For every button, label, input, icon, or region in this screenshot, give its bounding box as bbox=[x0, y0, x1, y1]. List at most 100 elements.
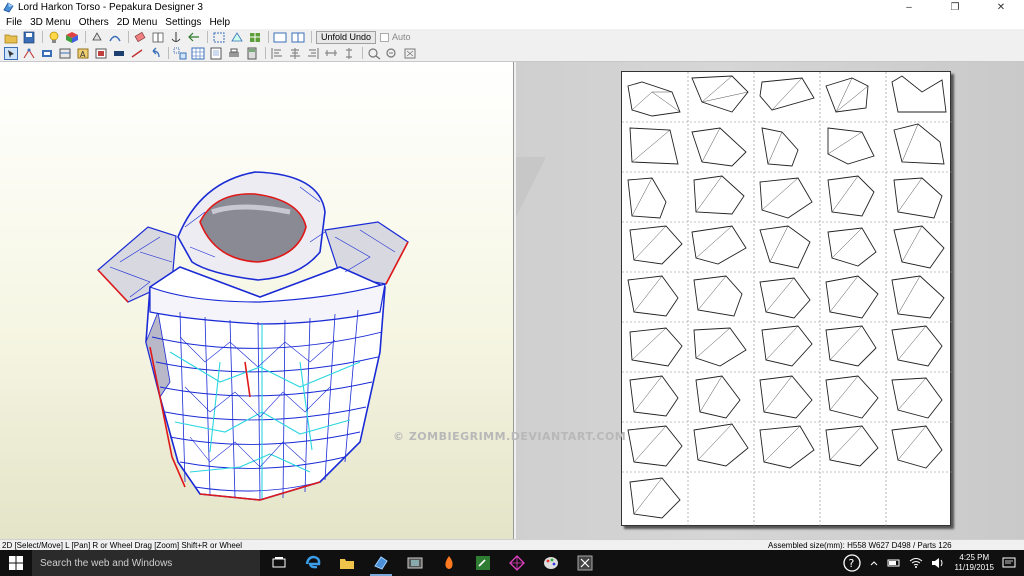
flip-icon[interactable] bbox=[108, 31, 122, 44]
zoom-in-icon[interactable] bbox=[367, 47, 381, 60]
open-folder-icon[interactable] bbox=[4, 31, 18, 44]
system-clock[interactable]: 4:25 PM 11/19/2015 bbox=[955, 553, 994, 573]
eraser-icon[interactable] bbox=[133, 31, 147, 44]
window-split-icon[interactable] bbox=[291, 31, 305, 44]
3d-view-pane[interactable] bbox=[0, 62, 514, 539]
svg-text:A: A bbox=[80, 50, 86, 59]
taskbar-edge[interactable] bbox=[298, 550, 328, 576]
menu-2d[interactable]: 2D Menu bbox=[113, 17, 162, 28]
image-tool-icon[interactable] bbox=[94, 47, 108, 60]
tray-chevron-icon[interactable] bbox=[869, 558, 879, 568]
wifi-icon[interactable] bbox=[909, 557, 923, 569]
text-tool-icon[interactable]: A bbox=[76, 47, 90, 60]
taskbar-app-snip[interactable] bbox=[570, 550, 600, 576]
edge-browser-icon bbox=[305, 555, 321, 569]
menu-help[interactable]: Help bbox=[205, 17, 234, 28]
arrange-icon[interactable] bbox=[173, 47, 187, 60]
clock-time: 4:25 PM bbox=[959, 553, 990, 562]
title-bar: Lord Harkon Torso - Pepakura Designer 3 … bbox=[0, 0, 1024, 15]
line-tool-icon[interactable] bbox=[130, 47, 144, 60]
help-icon[interactable]: ? bbox=[842, 554, 861, 572]
print-icon[interactable] bbox=[227, 47, 241, 60]
flap-icon[interactable] bbox=[58, 47, 72, 60]
taskbar-search-box[interactable]: Search the web and Windows bbox=[32, 550, 260, 576]
toolbar-separator bbox=[85, 31, 86, 43]
toolbar-separator bbox=[311, 31, 312, 43]
zoom-out-icon[interactable] bbox=[385, 47, 399, 60]
notifications-icon[interactable] bbox=[1002, 556, 1016, 570]
window-title: Lord Harkon Torso - Pepakura Designer 3 bbox=[18, 2, 203, 13]
unfolded-parts-layout[interactable] bbox=[622, 72, 952, 527]
2d-view-pane[interactable] bbox=[516, 62, 1024, 539]
mesh-icon[interactable] bbox=[248, 31, 262, 44]
taskbar-file-explorer[interactable] bbox=[332, 550, 362, 576]
toolbar-separator bbox=[265, 47, 266, 59]
close-button[interactable]: ✕ bbox=[978, 0, 1024, 15]
align-right-icon[interactable] bbox=[306, 47, 320, 60]
columns-icon[interactable] bbox=[151, 31, 165, 44]
select-move-icon[interactable] bbox=[4, 46, 18, 60]
fold-icon[interactable] bbox=[230, 31, 244, 44]
rotate-part-icon[interactable] bbox=[40, 47, 54, 60]
page-icon[interactable] bbox=[209, 47, 223, 60]
torso-3d-model[interactable] bbox=[0, 62, 514, 539]
align-center-icon[interactable] bbox=[288, 47, 302, 60]
texture-cube-icon[interactable] bbox=[65, 31, 79, 44]
taskbar-pepakura[interactable] bbox=[366, 550, 396, 576]
align-left-icon[interactable] bbox=[270, 47, 284, 60]
fit-view-icon[interactable] bbox=[403, 47, 417, 60]
folder-icon bbox=[340, 559, 354, 569]
taskbar-apps bbox=[264, 550, 604, 576]
battery-icon[interactable] bbox=[887, 558, 901, 568]
unfold-undo-button[interactable]: Unfold Undo bbox=[316, 30, 377, 44]
join-icon[interactable] bbox=[187, 31, 201, 44]
distribute-icon[interactable] bbox=[324, 47, 338, 60]
watermark-logo bbox=[516, 157, 546, 337]
distribute-vertical-icon[interactable] bbox=[342, 47, 356, 60]
minimize-button[interactable]: – bbox=[886, 0, 932, 15]
start-button[interactable] bbox=[0, 550, 32, 576]
toolbar-separator bbox=[362, 47, 363, 59]
toolbar-separator bbox=[42, 31, 43, 43]
menu-settings[interactable]: Settings bbox=[161, 17, 205, 28]
window-single-icon[interactable] bbox=[273, 31, 287, 44]
taskbar-app-editor[interactable] bbox=[468, 550, 498, 576]
flame-icon bbox=[445, 556, 453, 569]
windows-taskbar: Search the web and Windows ? 4:25 PM 11/… bbox=[0, 550, 1024, 576]
window-controls: – ❐ ✕ bbox=[886, 0, 1024, 15]
auto-toggle[interactable]: Auto bbox=[380, 31, 411, 44]
rotate-model-icon[interactable] bbox=[90, 31, 104, 44]
wireframe-icon bbox=[509, 555, 525, 571]
menu-others[interactable]: Others bbox=[75, 17, 113, 28]
paint-palette-icon bbox=[544, 557, 558, 569]
taskbar-app-paint[interactable] bbox=[536, 550, 566, 576]
bar-tool-icon[interactable] bbox=[112, 47, 126, 60]
maximize-button[interactable]: ❐ bbox=[932, 0, 978, 15]
select-parts-icon[interactable] bbox=[212, 31, 226, 44]
search-placeholder: Search the web and Windows bbox=[40, 557, 173, 569]
anchor-icon[interactable] bbox=[169, 31, 183, 44]
lightbulb-icon[interactable] bbox=[47, 31, 61, 44]
menu-3d[interactable]: 3D Menu bbox=[26, 17, 75, 28]
toolbar-separator bbox=[268, 31, 269, 43]
task-view-icon bbox=[272, 557, 286, 568]
edge-edit-icon[interactable] bbox=[22, 47, 36, 60]
pepakura-app-icon bbox=[3, 2, 14, 13]
auto-checkbox[interactable] bbox=[380, 32, 390, 42]
editor-icon bbox=[476, 556, 490, 570]
taskbar-app-blender[interactable] bbox=[502, 550, 532, 576]
film-strip-icon bbox=[407, 557, 423, 569]
taskbar-app-film[interactable] bbox=[400, 550, 430, 576]
grid-icon[interactable] bbox=[191, 47, 205, 60]
task-view-button[interactable] bbox=[264, 550, 294, 576]
taskbar-app-fire[interactable] bbox=[434, 550, 464, 576]
calculator-icon[interactable] bbox=[245, 47, 259, 60]
toolbar-main: Unfold Undo Auto bbox=[0, 29, 1024, 45]
menu-file[interactable]: File bbox=[2, 17, 26, 28]
volume-icon[interactable] bbox=[931, 557, 945, 569]
status-mode-hint: 2D [Select/Move] L [Pan] R or Wheel Drag… bbox=[2, 540, 243, 550]
print-page[interactable] bbox=[621, 71, 952, 527]
save-icon[interactable] bbox=[22, 31, 36, 44]
auto-label: Auto bbox=[392, 32, 411, 42]
undo-icon[interactable] bbox=[148, 47, 162, 60]
